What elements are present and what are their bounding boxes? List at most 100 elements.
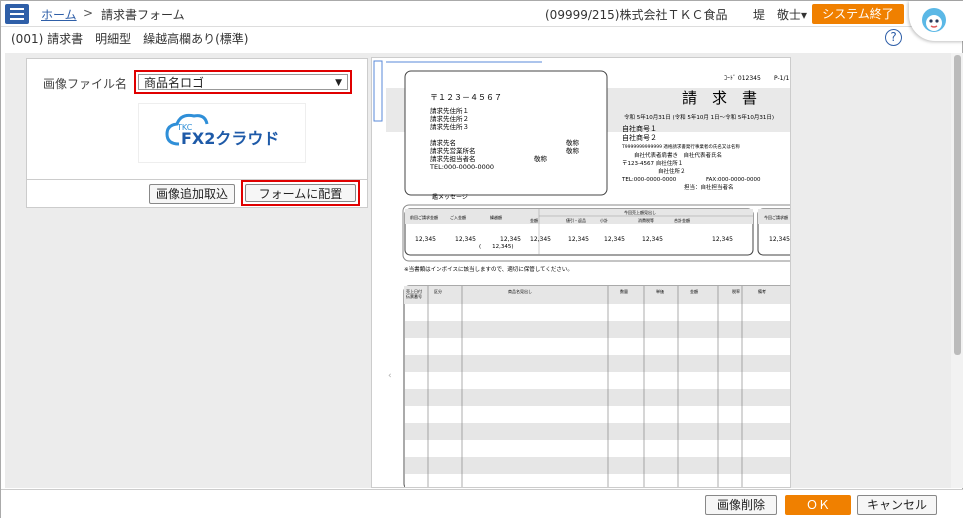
- detail-header-3: 数量: [620, 288, 628, 294]
- invoice-note: ※当書類はインボイスに該当しますので、適切に保管してください。: [404, 265, 573, 273]
- detail-header-1: 区分: [434, 288, 442, 294]
- vertical-scrollbar[interactable]: [951, 53, 963, 488]
- add-image-button[interactable]: 画像追加取込: [149, 184, 235, 204]
- detail-row: [405, 440, 790, 457]
- detail-header-5: 金額: [690, 288, 698, 294]
- fx2-cloud-logo: TKC FX2クラウド: [165, 113, 279, 148]
- hamburger-menu-icon[interactable]: [5, 4, 29, 24]
- place-on-form-button[interactable]: フォームに配置: [245, 184, 356, 202]
- app-window: ホーム > 請求書フォーム (09999/215)株式会社ＴＫＣ食品 堤 敬士▾…: [0, 0, 963, 519]
- summary-value-7: 12,345: [712, 236, 733, 243]
- honorific-3: 敬称: [534, 154, 548, 163]
- detail-header-7: 備考: [758, 288, 766, 294]
- system-exit-button[interactable]: システム終了: [812, 4, 904, 24]
- detail-header-4: 単価: [656, 288, 664, 294]
- image-file-select-value: 商品名ロゴ: [144, 76, 205, 90]
- own-person: 担当：自社担当者名: [684, 183, 734, 191]
- recipient-office: 請求先営業所名: [430, 146, 476, 155]
- postal-code: 〒１２３－４５６７: [430, 93, 502, 102]
- sub-header: (001) 請求書 明細型 繰越高欄あり(標準) ?: [1, 27, 963, 49]
- delete-image-button[interactable]: 画像削除: [705, 495, 777, 515]
- address-box: [404, 70, 608, 196]
- message-label: 鑑メッセージ: [432, 193, 468, 201]
- collapse-arrow-icon[interactable]: ‹: [388, 371, 392, 381]
- breadcrumb-home-link[interactable]: ホーム: [41, 6, 77, 23]
- honorific-2: 敬称: [566, 146, 580, 155]
- summary-paren-value: ( 12,345): [479, 244, 514, 250]
- own-tel: TEL:000-0000-0000: [621, 177, 677, 183]
- bottom-bar: 画像削除 ＯＫ キャンセル: [1, 489, 963, 519]
- invoice-date-range: 令和 5年10月31日 (令和 5年10月 1日～令和 5年10月31日): [624, 113, 774, 121]
- detail-row: [405, 406, 790, 423]
- detail-row: [405, 474, 790, 487]
- detail-row: [405, 321, 790, 338]
- summary-value-3: 12,345: [530, 236, 551, 243]
- own-address-1: 〒123-4567 自社住所１: [622, 159, 683, 167]
- ok-button[interactable]: ＯＫ: [785, 495, 851, 515]
- form-name: (001) 請求書 明細型 繰越高欄あり(標準): [11, 32, 249, 46]
- chevron-down-icon: ▼: [335, 78, 342, 88]
- image-preview: TKC FX2クラウド: [138, 103, 306, 163]
- detail-row: [405, 423, 790, 440]
- detail-row: [405, 389, 790, 406]
- summary-value-8: 12,345: [769, 236, 790, 243]
- summary-header-7: 合計金額: [674, 217, 690, 223]
- company-name: (09999/215)株式会社ＴＫＣ食品: [545, 8, 728, 22]
- summary-value-4: 12,345: [568, 236, 589, 243]
- help-icon[interactable]: ?: [885, 29, 902, 46]
- summary-header-6: 消費税等: [638, 217, 654, 223]
- invoice-code: ｺｰﾄﾞ 012345: [724, 75, 761, 82]
- summary-value-6: 12,345: [642, 236, 663, 243]
- own-name-1: 自社商号１: [622, 124, 657, 133]
- own-name-2: 自社商号２: [622, 133, 657, 142]
- honorific-1: 敬称: [566, 138, 580, 147]
- cancel-button[interactable]: キャンセル: [857, 495, 937, 515]
- summary-header-0: 前回ご請求金額: [410, 214, 438, 220]
- summary-header-4: 値引・返品: [566, 217, 586, 223]
- logo-main-text: FX2クラウド: [181, 129, 279, 148]
- own-address-2: 自社住所２: [658, 167, 686, 175]
- detail-row: [405, 338, 790, 355]
- recipient-tel: TEL:000-0000-0000: [429, 163, 494, 171]
- summary-header-8: 今回ご請求額: [764, 214, 788, 220]
- address-line-2: 請求先住所２: [430, 114, 469, 123]
- representative: 自社代表者肩書き 自社代表者氏名: [634, 151, 722, 159]
- summary-header-3: 金額: [530, 217, 538, 223]
- detail-row: [405, 304, 790, 321]
- breadcrumb-separator: >: [83, 6, 94, 20]
- invoice-page: P-1/1: [774, 75, 789, 82]
- detail-header-6: 税率: [732, 288, 740, 294]
- address-line-1: 請求先住所１: [430, 106, 469, 115]
- registration-number: T9999999999999 適格請求書発行事業者の氏名又は名称: [621, 143, 740, 150]
- user-menu[interactable]: 堤 敬士▾: [753, 6, 807, 23]
- image-file-name-label: 画像ファイル名: [43, 77, 128, 91]
- detail-header-0: 伝票番号: [406, 293, 422, 299]
- detail-row: [405, 372, 790, 389]
- selection-handle-left[interactable]: [373, 60, 383, 122]
- detail-header-2: 商品名見出し: [508, 288, 532, 294]
- summary-header-2: 繰越額: [490, 214, 502, 220]
- recipient-name: 請求先名: [430, 138, 456, 147]
- place-on-form-highlight: フォームに配置: [241, 180, 360, 206]
- address-line-3: 請求先住所３: [430, 122, 469, 131]
- main-content: 画像ファイル名 商品名ロゴ ▼ TKC FX2クラウド 画像追加取込 フォームに…: [5, 53, 951, 488]
- summary-value-1: 12,345: [455, 236, 476, 243]
- panel-button-row: 画像追加取込 フォームに配置: [27, 179, 367, 207]
- summary-value-2: 12,345: [500, 236, 521, 243]
- summary-header-1: ご入金額: [450, 214, 466, 220]
- recipient-person: 請求先担当者名: [430, 154, 476, 163]
- invoice-title: 請 求 書: [682, 89, 757, 107]
- summary-header-5: 小計: [600, 217, 608, 223]
- summary-value-0: 12,345: [415, 236, 436, 243]
- detail-row: [405, 457, 790, 474]
- own-fax: FAX:000-0000-0000: [706, 177, 761, 183]
- image-file-select[interactable]: 商品名ロゴ ▼: [138, 74, 348, 90]
- detail-row: [405, 355, 790, 372]
- summary-group-label: 今回売上額見出し: [624, 209, 656, 215]
- top-bar: ホーム > 請求書フォーム (09999/215)株式会社ＴＫＣ食品 堤 敬士▾…: [1, 1, 963, 27]
- scrollbar-thumb[interactable]: [954, 55, 961, 355]
- image-file-select-highlight: 商品名ロゴ ▼: [134, 70, 352, 94]
- summary-value-5: 12,345: [604, 236, 625, 243]
- breadcrumb-current-page: 請求書フォーム: [101, 8, 185, 22]
- invoice-preview: ｺｰﾄﾞ 012345 P-1/1 請 求 書 令和 5年10月31日 (令和 …: [371, 57, 791, 488]
